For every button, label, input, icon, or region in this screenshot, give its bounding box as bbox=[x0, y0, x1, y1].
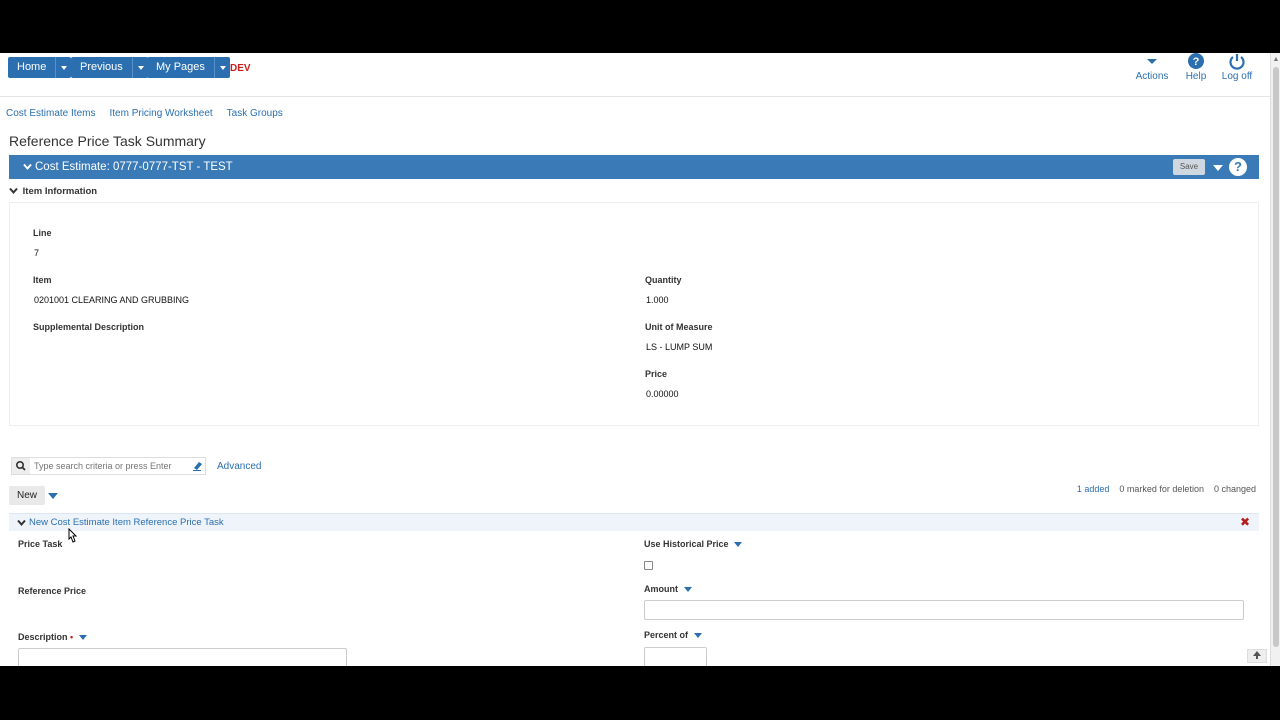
price-task-label: Price Task bbox=[18, 539, 63, 549]
home-label: Home bbox=[17, 61, 47, 73]
previous-label: Previous bbox=[80, 61, 123, 73]
vertical-scrollbar[interactable]: ▲ bbox=[1270, 53, 1280, 666]
use-historical-price-field-label: Use Historical Price bbox=[644, 539, 743, 549]
item-information-panel: Line 7 Item 0201001 CLEARING AND GRUBBIN… bbox=[9, 202, 1259, 426]
help-label: Help bbox=[1185, 71, 1207, 82]
help-menu[interactable]: ? Help bbox=[1181, 53, 1211, 82]
scrollbar-thumb[interactable] bbox=[1273, 67, 1279, 647]
new-button[interactable]: New bbox=[9, 486, 45, 505]
eraser-icon[interactable] bbox=[189, 458, 206, 474]
cost-estimate-banner: Cost Estimate: 0777-0777-TST - TEST Save… bbox=[9, 155, 1259, 179]
description-dropdown-icon[interactable] bbox=[78, 635, 87, 641]
app-window: Home Previous My Pages DEV Actions ? Hel… bbox=[0, 53, 1270, 666]
description-input[interactable] bbox=[18, 648, 347, 666]
home-caret-icon[interactable] bbox=[55, 57, 71, 78]
unit-of-measure-value: LS - LUMP SUM bbox=[646, 342, 713, 352]
use-historical-price-label: Use Historical Price bbox=[644, 539, 729, 549]
amount-label: Amount bbox=[644, 584, 678, 594]
percent-of-input[interactable] bbox=[644, 647, 707, 666]
new-dropdown-icon[interactable] bbox=[48, 493, 58, 499]
banner-title[interactable]: Cost Estimate: 0777-0777-TST - TEST bbox=[35, 155, 233, 179]
description-label: Description bbox=[18, 632, 68, 642]
close-icon[interactable]: ✖ bbox=[1240, 515, 1250, 529]
required-indicator: • bbox=[70, 632, 74, 642]
chevron-down-icon bbox=[9, 188, 18, 195]
chevron-down-icon bbox=[1147, 59, 1157, 64]
page-title: Reference Price Task Summary bbox=[9, 133, 206, 149]
chevron-down-icon[interactable] bbox=[23, 163, 32, 171]
item-information-label: Item Information bbox=[22, 186, 98, 197]
new-record-row[interactable]: New Cost Estimate Item Reference Price T… bbox=[9, 513, 1259, 531]
amount-field-label: Amount bbox=[644, 584, 692, 594]
description-field-label: Description • bbox=[18, 632, 87, 642]
advanced-search-link[interactable]: Advanced bbox=[217, 461, 261, 472]
logoff-menu[interactable]: Log off bbox=[1220, 53, 1254, 82]
chevron-down-icon[interactable] bbox=[17, 519, 26, 527]
line-label: Line bbox=[33, 228, 52, 238]
actions-label: Actions bbox=[1135, 71, 1169, 82]
use-historical-price-checkbox[interactable] bbox=[644, 561, 653, 570]
help-icon[interactable]: ? bbox=[1229, 158, 1247, 176]
my-pages-caret-icon[interactable] bbox=[213, 57, 230, 78]
environment-badge: DEV bbox=[230, 63, 251, 74]
item-information-header[interactable]: Item Information bbox=[9, 186, 97, 197]
mouse-cursor-icon bbox=[68, 528, 78, 543]
new-record-title[interactable]: New Cost Estimate Item Reference Price T… bbox=[29, 517, 224, 528]
my-pages-label: My Pages bbox=[156, 61, 205, 73]
percent-of-field-label: Percent of bbox=[644, 630, 702, 640]
deleted-count: 0 marked for deletion bbox=[1119, 484, 1204, 494]
percent-of-label: Percent of bbox=[644, 630, 689, 640]
scroll-to-top-button[interactable] bbox=[1247, 649, 1267, 663]
top-navigation: Home Previous My Pages DEV Actions ? Hel… bbox=[0, 53, 1270, 97]
actions-menu[interactable]: Actions bbox=[1133, 53, 1171, 82]
tab-task-groups[interactable]: Task Groups bbox=[227, 108, 283, 119]
price-label: Price bbox=[645, 369, 668, 379]
arrow-up-icon bbox=[1253, 651, 1261, 659]
supplemental-description-label: Supplemental Description bbox=[33, 322, 145, 332]
svg-text:?: ? bbox=[1193, 56, 1200, 68]
logoff-label: Log off bbox=[1221, 71, 1253, 82]
item-label: Item bbox=[33, 275, 52, 285]
help-icon: ? bbox=[1188, 53, 1204, 69]
search-input[interactable] bbox=[31, 458, 186, 474]
my-pages-button[interactable]: My Pages bbox=[147, 57, 230, 78]
component-tabs: Cost Estimate Items Item Pricing Workshe… bbox=[6, 108, 283, 119]
use-historical-price-dropdown-icon[interactable] bbox=[734, 542, 743, 548]
changed-count: 0 changed bbox=[1213, 484, 1256, 494]
save-button[interactable]: Save bbox=[1173, 159, 1205, 175]
amount-input[interactable] bbox=[644, 600, 1244, 620]
search-icon[interactable] bbox=[12, 458, 30, 474]
reference-price-label: Reference Price bbox=[18, 586, 87, 596]
amount-dropdown-icon[interactable] bbox=[683, 587, 692, 593]
price-value: 0.00000 bbox=[646, 389, 679, 399]
scroll-up-icon[interactable]: ▲ bbox=[1271, 55, 1280, 65]
line-value: 7 bbox=[34, 248, 40, 258]
banner-dropdown-icon[interactable] bbox=[1213, 165, 1223, 171]
tab-item-pricing-worksheet[interactable]: Item Pricing Worksheet bbox=[109, 108, 212, 119]
quantity-value: 1.000 bbox=[646, 295, 669, 305]
search-box bbox=[11, 457, 206, 475]
previous-caret-icon[interactable] bbox=[131, 57, 148, 78]
unit-of-measure-label: Unit of Measure bbox=[645, 322, 713, 332]
tab-cost-estimate-items[interactable]: Cost Estimate Items bbox=[6, 108, 95, 119]
home-button[interactable]: Home bbox=[8, 57, 72, 78]
percent-of-dropdown-icon[interactable] bbox=[693, 633, 702, 639]
power-icon bbox=[1229, 54, 1245, 70]
quantity-label: Quantity bbox=[645, 275, 682, 285]
added-count-link[interactable]: 1 added bbox=[1077, 484, 1110, 494]
item-value: 0201001 CLEARING AND GRUBBING bbox=[34, 295, 190, 305]
change-counts: 1 added 0 marked for deletion 0 changed bbox=[1077, 484, 1256, 494]
previous-button[interactable]: Previous bbox=[71, 57, 148, 78]
